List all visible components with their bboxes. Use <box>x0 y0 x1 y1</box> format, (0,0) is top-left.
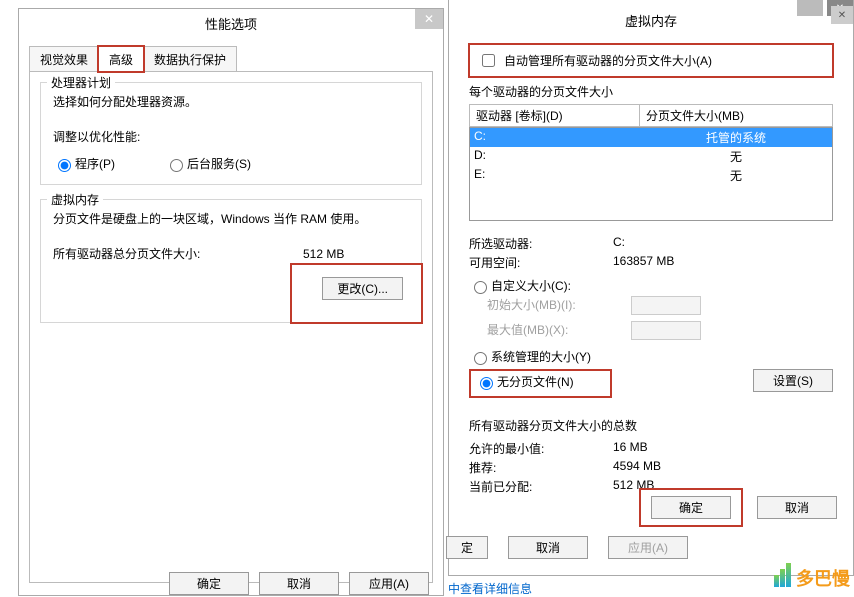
close-icon[interactable]: ✕ <box>415 9 443 29</box>
radio-no-paging[interactable]: 无分页文件(N) <box>475 373 574 390</box>
radio-custom-size[interactable]: 自定义大小(C): <box>469 277 833 294</box>
dialog2-title: 虚拟内存 <box>449 11 853 30</box>
col-paging[interactable]: 分页文件大小(MB) <box>639 104 833 127</box>
auto-manage-wrap: 自动管理所有驱动器的分页文件大小(A) <box>469 44 833 77</box>
dialog1-title: 性能选项 <box>19 14 443 33</box>
recommended-label: 推荐: <box>469 459 613 476</box>
vmem-legend: 虚拟内存 <box>47 191 103 208</box>
logo-text: 多巴慢 <box>796 565 850 591</box>
virtual-memory-dialog: ✕ 虚拟内存 ✕ 自动管理所有驱动器的分页文件大小(A) 每个驱动器的分页文件大… <box>448 0 854 576</box>
auto-manage-checkbox[interactable]: 自动管理所有驱动器的分页文件大小(A) <box>478 51 824 70</box>
tab-visual-effects[interactable]: 视觉效果 <box>29 46 99 72</box>
titlebar[interactable]: 性能选项 ✕ <box>19 9 443 37</box>
hidden-lower-buttons: 定 取消 应用(A) <box>446 536 688 559</box>
recommended-value: 4594 MB <box>613 459 661 476</box>
list-item[interactable]: C: 托管的系统 <box>470 128 832 147</box>
watermark-logo: 多巴慢 <box>774 563 850 592</box>
ok-button[interactable]: 确定 <box>169 572 249 595</box>
max-size-label: 最大值(MB)(X): <box>487 321 631 340</box>
processor-scheduling-group: 处理器计划 选择如何分配处理器资源。 调整以优化性能: 程序(P) 后台服务(S… <box>40 82 422 185</box>
radio-background[interactable]: 后台服务(S) <box>165 155 251 172</box>
set-button[interactable]: 设置(S) <box>753 369 833 392</box>
close-icon[interactable]: ✕ <box>831 6 853 24</box>
cancel-button[interactable]: 取消 <box>259 572 339 595</box>
selected-drive-value: C: <box>613 235 625 252</box>
radio-nopaging-input[interactable] <box>480 377 493 390</box>
list-item[interactable]: E: 无 <box>470 166 832 185</box>
min-allowed-value: 16 MB <box>613 440 648 457</box>
processor-legend: 处理器计划 <box>47 74 115 91</box>
performance-options-dialog: 性能选项 ✕ 视觉效果 高级 数据执行保护 处理器计划 选择如何分配处理器资源。… <box>18 8 444 596</box>
under-ok[interactable]: 定 <box>446 536 488 559</box>
max-size-input <box>631 321 701 340</box>
total-paging-label: 所有驱动器总分页文件大小: <box>53 245 303 262</box>
min-allowed-label: 允许的最小值: <box>469 440 613 457</box>
current-label: 当前已分配: <box>469 478 613 495</box>
vmem-desc: 分页文件是硬盘上的一块区域，Windows 当作 RAM 使用。 <box>53 210 409 227</box>
initial-size-label: 初始大小(MB)(I): <box>487 296 631 315</box>
tabs: 视觉效果 高级 数据执行保护 <box>29 45 433 71</box>
initial-size-input <box>631 296 701 315</box>
radio-background-input[interactable] <box>170 159 183 172</box>
radio-system-input[interactable] <box>474 352 487 365</box>
avail-space-value: 163857 MB <box>613 254 674 271</box>
apply-button[interactable]: 应用(A) <box>349 572 429 595</box>
tab-dep[interactable]: 数据执行保护 <box>143 46 237 72</box>
vm-ok-button[interactable]: 确定 <box>651 496 731 519</box>
vm-cancel-button[interactable]: 取消 <box>757 496 837 519</box>
drive-list-header: 驱动器 [卷标](D) 分页文件大小(MB) <box>469 104 833 127</box>
tab-advanced[interactable]: 高级 <box>98 46 144 72</box>
dialog1-buttons: 确定 取消 应用(A) <box>169 572 429 595</box>
processor-desc: 选择如何分配处理器资源。 <box>53 93 409 110</box>
adjust-label: 调整以优化性能: <box>53 128 409 145</box>
radio-system-managed[interactable]: 系统管理的大小(Y) <box>469 348 833 365</box>
under-cancel[interactable]: 取消 <box>508 536 588 559</box>
auto-manage-input[interactable] <box>482 54 495 67</box>
totals-header: 所有驱动器分页文件大小的总数 <box>469 417 833 434</box>
titlebar[interactable]: 虚拟内存 ✕ <box>449 6 853 34</box>
radio-programs-input[interactable] <box>58 159 71 172</box>
col-drive[interactable]: 驱动器 [卷标](D) <box>469 104 639 127</box>
under-apply[interactable]: 应用(A) <box>608 536 688 559</box>
total-paging-value: 512 MB <box>303 247 344 261</box>
radio-custom-input[interactable] <box>474 281 487 294</box>
list-item[interactable]: D: 无 <box>470 147 832 166</box>
change-button[interactable]: 更改(C)... <box>322 277 403 300</box>
avail-space-label: 可用空间: <box>469 254 613 271</box>
selected-drive-label: 所选驱动器: <box>469 235 613 252</box>
radio-programs[interactable]: 程序(P) <box>53 155 115 172</box>
logo-bars-icon <box>774 563 792 592</box>
drive-list[interactable]: C: 托管的系统 D: 无 E: 无 <box>469 127 833 221</box>
each-drive-label: 每个驱动器的分页文件大小 <box>469 83 833 100</box>
dialog2-body: 自动管理所有驱动器的分页文件大小(A) 每个驱动器的分页文件大小 驱动器 [卷标… <box>449 34 853 507</box>
details-link[interactable]: 中查看详细信息 <box>448 580 532 597</box>
tab-content: 处理器计划 选择如何分配处理器资源。 调整以优化性能: 程序(P) 后台服务(S… <box>29 71 433 583</box>
virtual-memory-group: 虚拟内存 分页文件是硬盘上的一块区域，Windows 当作 RAM 使用。 所有… <box>40 199 422 323</box>
